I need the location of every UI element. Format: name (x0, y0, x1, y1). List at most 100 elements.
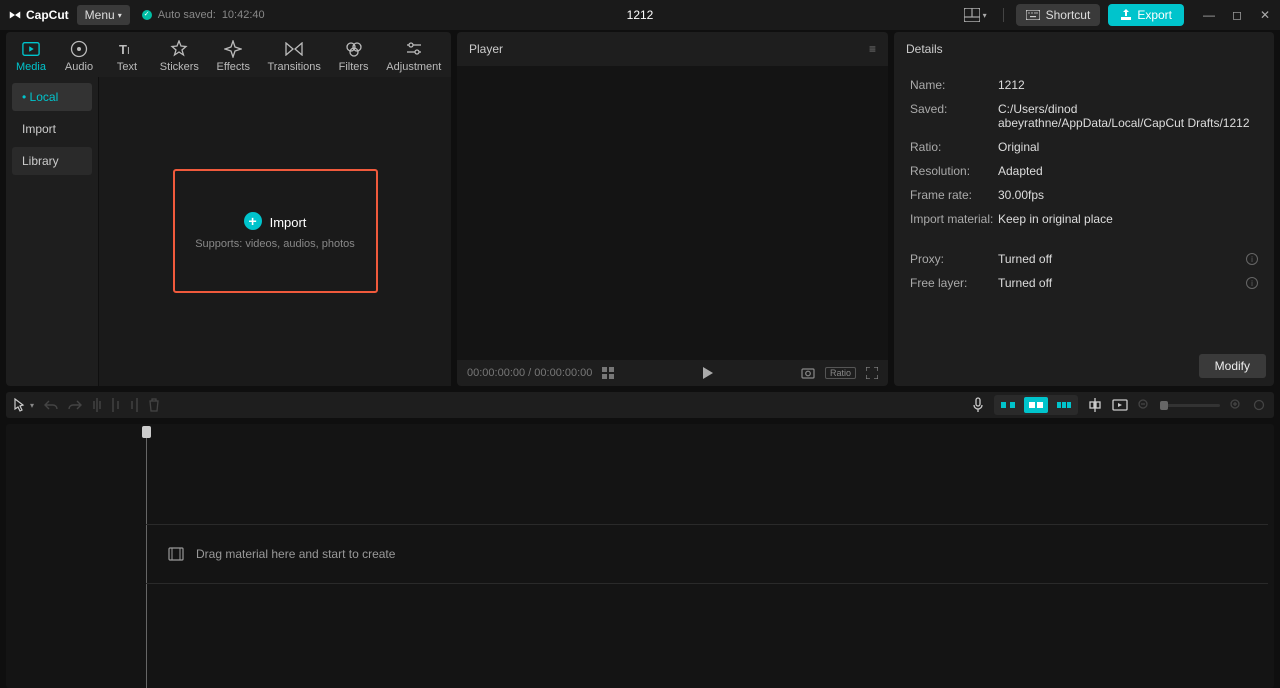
tab-filters[interactable]: Filters (331, 36, 377, 77)
tab-stickers[interactable]: Stickers (152, 36, 207, 77)
svg-text:I: I (127, 46, 130, 57)
import-area: + Import Supports: videos, audios, photo… (98, 77, 451, 386)
detail-value-proxy: Turned off (998, 252, 1246, 266)
play-button[interactable] (702, 366, 714, 380)
sidebar-item-library[interactable]: Library (12, 147, 92, 175)
tab-transitions[interactable]: Transitions (260, 36, 329, 77)
details-panel: Details Name:1212 Saved:C:/Users/dinod a… (894, 32, 1274, 386)
video-track[interactable]: Drag material here and start to create (146, 524, 1268, 584)
tab-effects[interactable]: Effects (209, 36, 258, 77)
mic-icon[interactable] (972, 397, 984, 413)
effects-icon (224, 40, 242, 58)
selection-tool-icon[interactable]: ▾ (14, 398, 34, 412)
detail-label-saved: Saved: (910, 102, 998, 130)
adjustment-icon (405, 40, 423, 58)
tab-media-label: Media (16, 61, 46, 73)
modify-button[interactable]: Modify (1199, 354, 1266, 378)
tab-effects-label: Effects (217, 61, 250, 73)
tab-filters-label: Filters (339, 61, 369, 73)
autosave-status: Auto saved: 10:42:40 (142, 9, 265, 21)
maximize-button[interactable]: ◻ (1230, 8, 1244, 22)
info-icon[interactable]: i (1246, 253, 1258, 265)
chevron-down-icon: ▾ (118, 11, 122, 20)
media-sub-sidebar: Local Import Library (6, 77, 98, 386)
details-body: Name:1212 Saved:C:/Users/dinod abeyrathn… (894, 66, 1274, 346)
detail-label-resolution: Resolution: (910, 164, 998, 178)
app-name: CapCut (26, 8, 69, 22)
delete-icon[interactable] (148, 398, 160, 412)
sidebar-item-import[interactable]: Import (12, 115, 92, 143)
export-label: Export (1137, 8, 1172, 22)
snap-mode-2[interactable] (1024, 397, 1048, 413)
tab-audio[interactable]: Audio (56, 36, 102, 77)
tab-media[interactable]: Media (8, 36, 54, 77)
player-panel: Player ≡ 00:00:00:00 / 00:00:00:00 Ratio (457, 32, 888, 386)
sidebar-item-label: Library (22, 154, 59, 168)
snap-mode-1[interactable] (996, 397, 1020, 413)
plus-circle-icon: + (244, 212, 262, 230)
player-viewport[interactable] (457, 66, 888, 360)
left-body: Local Import Library + Import Supports: … (6, 77, 451, 386)
tab-text[interactable]: TI Text (104, 36, 150, 77)
drag-hint-text: Drag material here and start to create (196, 547, 395, 561)
detail-label-ratio: Ratio: (910, 140, 998, 154)
sidebar-item-label: Local (30, 90, 59, 104)
tab-adjustment-label: Adjustment (386, 61, 441, 73)
project-title: 1212 (627, 8, 654, 22)
timeline[interactable]: Drag material here and start to create (6, 424, 1274, 688)
tab-stickers-label: Stickers (160, 61, 199, 73)
detail-value-saved: C:/Users/dinod abeyrathne/AppData/Local/… (998, 102, 1258, 130)
timeline-toolbar: ▾ (6, 392, 1274, 418)
detail-value-name: 1212 (998, 78, 1258, 92)
ratio-button[interactable]: Ratio (825, 367, 856, 379)
import-subtitle: Supports: videos, audios, photos (195, 238, 355, 250)
tab-audio-label: Audio (65, 61, 93, 73)
details-footer: Modify (894, 346, 1274, 386)
trim-right-icon[interactable] (130, 398, 138, 412)
sidebar-item-local[interactable]: Local (12, 83, 92, 111)
zoom-in-icon[interactable] (1230, 399, 1242, 411)
time-total: 00:00:00:00 (534, 367, 592, 379)
asset-tabs: Media Audio TI Text Stickers Effects Tra… (6, 32, 451, 77)
time-current: 00:00:00:00 (467, 367, 525, 379)
stickers-icon (170, 40, 188, 58)
media-icon (22, 40, 40, 58)
import-title: Import (270, 215, 307, 230)
undo-icon[interactable] (44, 399, 58, 411)
split-icon[interactable] (92, 398, 102, 412)
text-icon: TI (118, 40, 136, 58)
redo-icon[interactable] (68, 399, 82, 411)
detail-label-framerate: Frame rate: (910, 188, 998, 202)
autosave-time: 10:42:40 (222, 9, 265, 21)
shortcut-button[interactable]: Shortcut (1016, 4, 1101, 26)
zoom-slider[interactable] (1160, 404, 1220, 407)
titlebar-right: ▾ Shortcut Export — ◻ ✕ (960, 4, 1272, 26)
detail-label-name: Name: (910, 78, 998, 92)
close-button[interactable]: ✕ (1258, 8, 1272, 22)
snap-mode-3[interactable] (1052, 397, 1076, 413)
import-dropzone[interactable]: + Import Supports: videos, audios, photo… (173, 169, 378, 293)
preview-render-icon[interactable] (1112, 399, 1128, 411)
fit-zoom-icon[interactable] (1252, 399, 1266, 411)
zoom-out-icon[interactable] (1138, 399, 1150, 411)
menu-button[interactable]: Menu ▾ (77, 5, 130, 25)
snapshot-icon[interactable] (801, 367, 815, 379)
details-header: Details (894, 32, 1274, 66)
fullscreen-icon[interactable] (866, 367, 878, 379)
tab-adjustment[interactable]: Adjustment (379, 36, 449, 77)
trim-left-icon[interactable] (112, 398, 120, 412)
export-button[interactable]: Export (1108, 4, 1184, 26)
film-icon (168, 547, 184, 561)
layout-grid-icon[interactable]: ▾ (960, 4, 991, 26)
chevron-down-icon: ▾ (30, 401, 34, 410)
align-icon[interactable] (1088, 398, 1102, 412)
filters-icon (345, 40, 363, 58)
details-title: Details (906, 42, 943, 56)
capcut-logo-icon (8, 8, 22, 22)
autosave-prefix: Auto saved: (158, 9, 216, 21)
detail-label-proxy: Proxy: (910, 252, 998, 266)
hamburger-icon[interactable]: ≡ (869, 42, 876, 56)
minimize-button[interactable]: — (1202, 8, 1216, 22)
color-grid-icon[interactable] (602, 367, 614, 379)
info-icon[interactable]: i (1246, 277, 1258, 289)
